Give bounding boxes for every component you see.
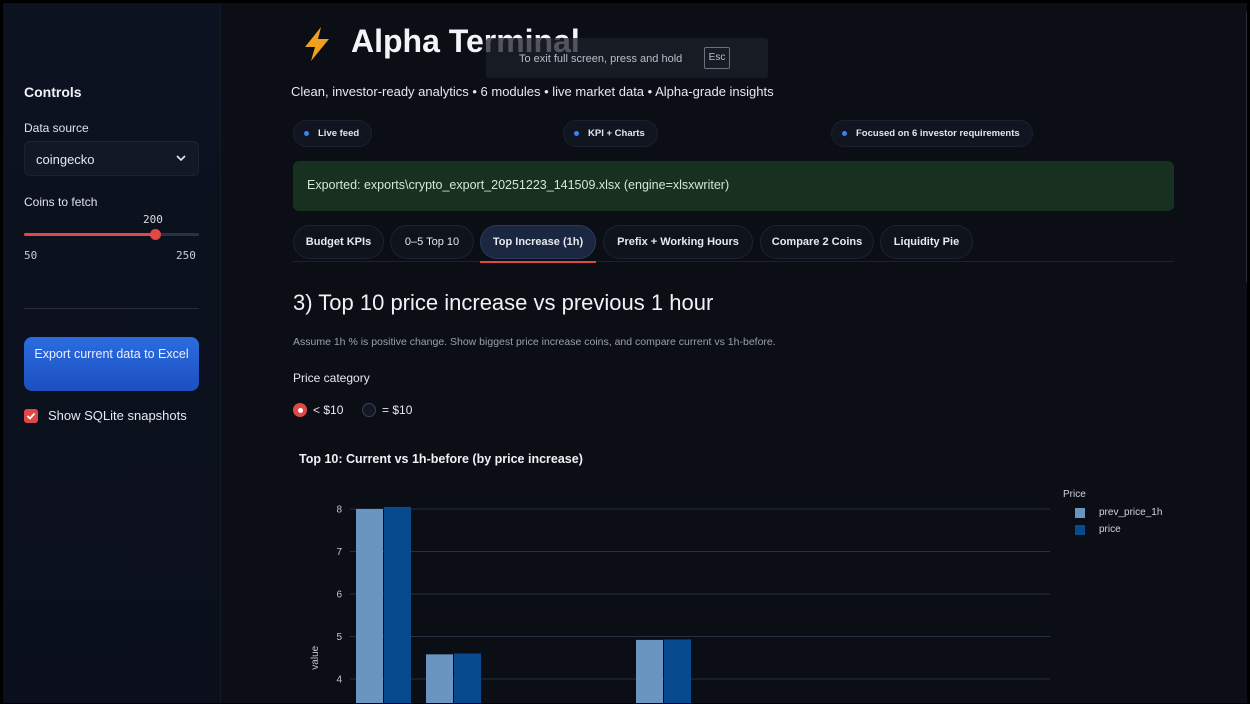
tab-top-10[interactable]: 0–5 Top 10: [390, 225, 474, 259]
y-tick-label: 4: [336, 675, 342, 686]
y-axis-label: value: [310, 645, 321, 669]
section-heading: 3) Top 10 price increase vs previous 1 h…: [293, 290, 714, 315]
coins-slider-value: 200: [143, 213, 163, 226]
coins-slider-thumb[interactable]: [150, 229, 161, 240]
price-category-label: Price category: [293, 371, 370, 385]
section-caption: Assume 1h % is positive change. Show big…: [293, 336, 776, 348]
radio-equal-10-label[interactable]: = $10: [382, 403, 412, 417]
data-source-value: coingecko: [36, 152, 95, 167]
success-alert: Exported: exports\crypto_export_20251223…: [293, 161, 1174, 211]
coins-slider[interactable]: [24, 229, 199, 240]
coins-slider-min: 50: [24, 249, 38, 262]
tab-top-increase[interactable]: Top Increase (1h): [480, 225, 596, 259]
pill-kpi-charts: KPI + Charts: [563, 120, 658, 147]
app-window: Controls Data source coingecko Coins to …: [3, 3, 1247, 703]
y-tick-label: 6: [336, 590, 342, 601]
sqlite-checkbox[interactable]: [24, 409, 38, 423]
legend-swatch: [1075, 525, 1085, 535]
lightning-icon: [305, 27, 329, 61]
pill-label: Live feed: [318, 128, 360, 139]
dot-icon: [304, 131, 309, 136]
sidebar-divider: [24, 308, 199, 309]
tab-budget-kpis[interactable]: Budget KPIs: [293, 225, 384, 259]
bar-chart: 4 5 6 7 8 value: [310, 505, 1050, 704]
active-tab-indicator: [480, 261, 596, 263]
y-tick-label: 7: [336, 547, 342, 558]
tab-liquidity-pie[interactable]: Liquidity Pie: [880, 225, 973, 259]
bar-prev_price_1h[interactable]: [636, 639, 663, 703]
check-icon: [26, 412, 36, 420]
dot-icon: [574, 131, 579, 136]
tab-prefix-working-hours[interactable]: Prefix + Working Hours: [603, 225, 753, 259]
data-source-select[interactable]: coingecko: [24, 141, 199, 176]
y-tick-label: 5: [336, 632, 342, 643]
pill-label: Focused on 6 investor requirements: [856, 128, 1020, 139]
coins-slider-max: 250: [176, 249, 196, 262]
export-button[interactable]: Export current data to Excel: [24, 337, 199, 391]
pill-investor-requirements: Focused on 6 investor requirements: [831, 120, 1033, 147]
bar-price[interactable]: [384, 506, 411, 703]
sidebar: Controls Data source coingecko Coins to …: [3, 3, 221, 703]
pill-label: KPI + Charts: [588, 128, 645, 139]
legend-title: Price: [1063, 489, 1086, 500]
bar-price[interactable]: [454, 653, 481, 704]
bar-price[interactable]: [664, 639, 691, 703]
pill-live-feed: Live feed: [293, 120, 373, 147]
legend-label: prev_price_1h: [1099, 507, 1163, 518]
tab-top-10-label: 0–5 Top 10: [404, 236, 460, 248]
coins-slider-fill: [24, 233, 154, 236]
success-message: Exported: exports\crypto_export_20251223…: [307, 178, 730, 192]
sqlite-checkbox-label[interactable]: Show SQLite snapshots: [48, 408, 187, 423]
dot-icon: [842, 131, 847, 136]
radio-under-10-label[interactable]: < $10: [313, 403, 343, 417]
bar-prev_price_1h[interactable]: [426, 654, 453, 703]
esc-key: Esc: [704, 47, 730, 69]
radio-under-10[interactable]: [293, 403, 307, 417]
chart-title: Top 10: Current vs 1h-before (by price i…: [299, 452, 583, 466]
fullscreen-hint: To exit full screen, press and hold: [519, 53, 683, 65]
bar-prev_price_1h[interactable]: [356, 509, 383, 703]
legend-label: price: [1099, 524, 1121, 535]
chevron-down-icon: [176, 155, 186, 162]
y-tick-label: 8: [336, 505, 342, 516]
data-source-label: Data source: [24, 121, 89, 135]
radio-equal-10[interactable]: [362, 403, 376, 417]
coins-label: Coins to fetch: [24, 195, 98, 209]
fullscreen-notice: To exit full screen, press and hold Esc: [486, 38, 768, 78]
sidebar-title: Controls: [24, 84, 82, 100]
tabs-divider: [293, 261, 1174, 262]
subtitle: Clean, investor-ready analytics • 6 modu…: [291, 84, 774, 99]
tab-compare-coins[interactable]: Compare 2 Coins: [760, 225, 874, 259]
scrollbar[interactable]: [1246, 11, 1247, 283]
legend-swatch: [1075, 508, 1085, 518]
